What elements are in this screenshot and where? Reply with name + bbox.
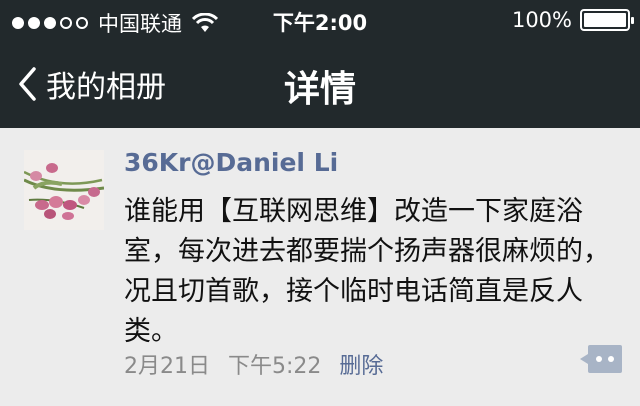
post-text: 谁能用【互联网思维】改造一下家庭浴室，每次进去都要揣个扬声器很麻烦的，况且切首歌…	[124, 196, 610, 347]
delete-button[interactable]: 删除	[339, 348, 383, 380]
post-time: 下午5:22	[228, 354, 322, 379]
post-detail: 36Kr@Daniel Li 谁能用【互联网思维】改造一下家庭浴室，每次进去都要…	[0, 128, 640, 406]
post-meta: 2月21日 下午5:22 删除	[124, 348, 383, 380]
tulip-flowers-image	[24, 150, 104, 230]
comment-dot	[596, 356, 602, 362]
comment-icon[interactable]	[580, 345, 622, 373]
status-right: 100%	[511, 8, 634, 32]
post-username[interactable]: 36Kr@Daniel Li	[124, 148, 338, 177]
battery-fill	[584, 13, 626, 27]
chevron-left-icon	[19, 67, 36, 101]
navigation-bar: 我的相册 详情	[0, 40, 640, 128]
avatar[interactable]	[24, 150, 104, 230]
back-label: 我的相册	[46, 70, 166, 105]
battery-percent: 100%	[511, 8, 572, 32]
status-bar: 中国联通 下午2:00 100%	[0, 0, 640, 40]
battery-icon	[580, 9, 634, 31]
comment-dot	[608, 356, 614, 362]
back-button[interactable]: 我的相册	[16, 62, 166, 106]
post-date: 2月21日	[124, 354, 210, 379]
